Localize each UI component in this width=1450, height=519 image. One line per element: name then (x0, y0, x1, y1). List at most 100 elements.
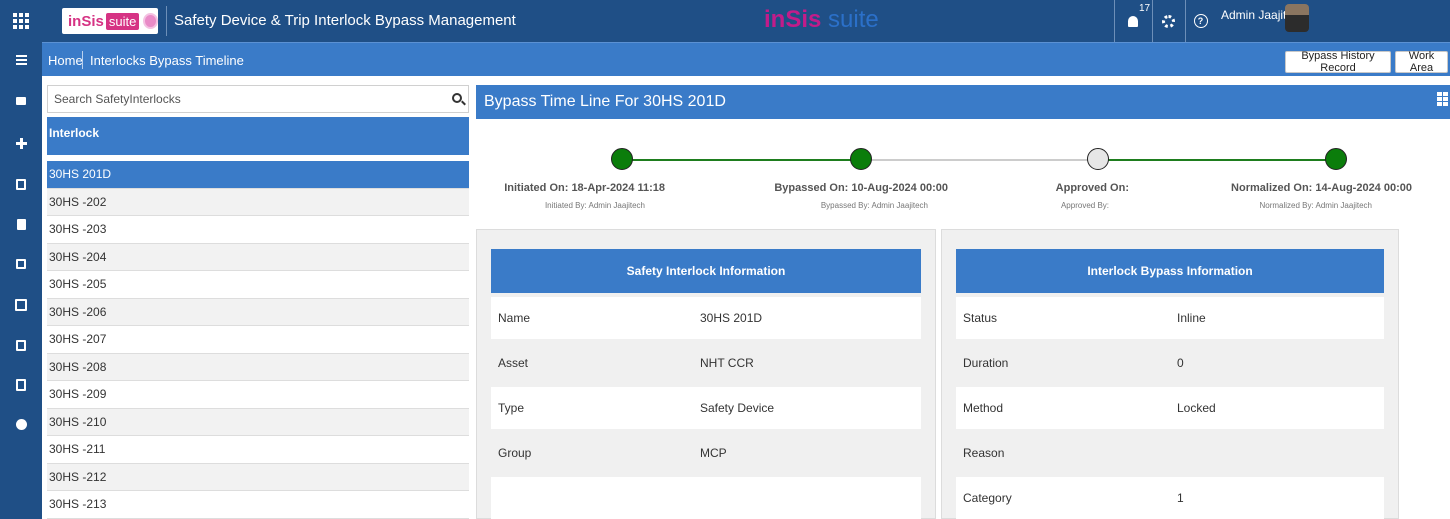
timeline-label: Normalized On: 14-Aug-2024 00:00 (1231, 182, 1412, 194)
info-key: Method (963, 401, 1004, 415)
center-logo: inSis suite (764, 6, 879, 34)
timeline-line-1 (631, 159, 861, 161)
info-row: Asset NHT CCR (491, 342, 921, 384)
list-item[interactable]: 30HS -209 (47, 381, 469, 409)
info-key: Status (963, 311, 998, 325)
timeline-label: Approved On: (1055, 182, 1129, 194)
document-icon[interactable] (0, 209, 42, 239)
info-key: Name (498, 311, 531, 325)
top-bar: inSis suite Safety Device & Trip Interlo… (42, 0, 1450, 42)
logo-ins-text: inSis (68, 12, 104, 30)
list-item[interactable]: 30HS -208 (47, 353, 469, 381)
settings-button[interactable] (1152, 0, 1184, 42)
avatar[interactable] (1285, 4, 1309, 32)
list-item[interactable]: 30HS -206 (47, 298, 469, 326)
breadcrumb-separator (82, 51, 83, 69)
chat-icon[interactable] (0, 86, 42, 116)
list-item[interactable]: 30HS -211 (47, 436, 469, 464)
timeline-label: Bypassed On: 10-Aug-2024 00:00 (774, 182, 948, 194)
timeline-sublabel: Normalized By: Admin Jaajitech (1259, 201, 1373, 210)
info-key: Duration (963, 356, 1009, 370)
apps-icon[interactable] (0, 6, 42, 36)
timeline-sublabel: Initiated By: Admin Jaajitech (544, 201, 645, 210)
info-row: Status Inline (956, 297, 1384, 339)
header-divider (166, 6, 167, 36)
center-logo-ins: inSis (764, 6, 822, 33)
info-value: Inline (1177, 311, 1206, 325)
search-box (47, 85, 469, 113)
info-value: 1 (1177, 491, 1184, 505)
timeline-node (1325, 148, 1347, 170)
info-row: Reason (956, 432, 1384, 474)
info-key: Reason (963, 446, 1005, 460)
gear-icon (1162, 14, 1175, 28)
breadcrumb-home[interactable]: Home (48, 53, 83, 68)
logo-flower-icon (143, 13, 158, 29)
menu-icon[interactable] (0, 45, 42, 75)
list-item[interactable]: 30HS -212 (47, 463, 469, 491)
info-value: 30HS 201D (700, 311, 763, 325)
interlock-info-card: Safety Interlock Information Name 30HS 20… (476, 229, 936, 519)
timeline-node (850, 148, 872, 170)
info-value: Safety Device (700, 401, 775, 415)
timeline-node (1087, 148, 1109, 170)
page-title-bar: Bypass Time Line For 30HS 201D (476, 85, 1450, 119)
info-key: Asset (498, 356, 529, 370)
list-item[interactable]: 30HS -202 (47, 188, 469, 216)
info-value: 0 (1177, 356, 1184, 370)
timeline-label: Initiated On: 18-Apr-2024 11:18 (504, 182, 665, 194)
globe-icon[interactable] (0, 409, 42, 439)
search-input[interactable] (48, 86, 438, 112)
list-item[interactable]: 30HS -204 (47, 243, 469, 271)
bypass-info-title: Interlock Bypass Information (956, 249, 1384, 293)
list-item[interactable]: 30HS 201D (47, 161, 469, 189)
breadcrumb: Home Interlocks Bypass Timeline Bypass H… (42, 42, 1450, 76)
info-value: MCP (700, 446, 727, 460)
info-row: Duration 0 (956, 342, 1384, 384)
plus-icon[interactable] (0, 128, 42, 158)
interlock-list: 30HS 201D 30HS -202 30HS -203 30HS -204 30HS… (47, 161, 469, 519)
timeline-line-2 (871, 159, 1097, 161)
info-row: Type Safety Device (491, 387, 921, 429)
logo-suite-text: suite (105, 12, 140, 30)
info-value: NHT CCR (700, 356, 754, 370)
dashboard-icon[interactable] (0, 169, 42, 199)
work-area-button[interactable]: Work Area (1395, 50, 1448, 74)
info-key: Type (498, 401, 525, 415)
clipboard-icon[interactable] (0, 370, 42, 400)
hourglass-icon[interactable] (0, 330, 42, 360)
notification-count: 17 (1139, 3, 1151, 14)
list-item[interactable]: 30HS -210 (47, 408, 469, 436)
list-header: Interlock (47, 117, 469, 155)
info-key: Group (498, 446, 532, 460)
search-icon[interactable] (452, 93, 462, 103)
info-row: Category 1 (956, 477, 1384, 519)
info-row: Group MCP (491, 432, 921, 474)
info-key: Category (963, 491, 1012, 505)
grid-view-icon[interactable] (1437, 92, 1448, 106)
bell-icon (1127, 15, 1138, 27)
help-icon: ? (1193, 14, 1208, 28)
list-item[interactable]: 30HS -205 (47, 271, 469, 299)
app-title: Safety Device & Trip Interlock Bypass Ma… (174, 12, 516, 29)
page-title: Bypass Time Line For 30HS 201D (484, 93, 726, 110)
info-row: Name 30HS 201D (491, 297, 921, 339)
info-row (491, 477, 921, 519)
list-item[interactable]: 30HS -213 (47, 491, 469, 519)
icon-rail (0, 0, 42, 519)
interlock-info-title: Safety Interlock Information (491, 249, 921, 293)
info-row: Method Locked (956, 387, 1384, 429)
calculator-icon[interactable] (0, 290, 42, 320)
timeline-node (611, 148, 633, 170)
list-item[interactable]: 30HS -203 (47, 216, 469, 244)
list-item[interactable]: 30HS -207 (47, 326, 469, 354)
report-icon[interactable] (0, 249, 42, 279)
bypass-info-card: Interlock Bypass Information Status Inlin… (941, 229, 1399, 519)
center-logo-suite: suite (821, 6, 879, 33)
info-value: Locked (1177, 401, 1216, 415)
breadcrumb-current: Interlocks Bypass Timeline (90, 53, 244, 68)
timeline-sublabel: Approved By: (1060, 201, 1109, 210)
brand-logo[interactable]: inSis suite (62, 8, 158, 34)
bypass-history-button[interactable]: Bypass History Record (1285, 50, 1391, 74)
help-button[interactable]: ? (1185, 0, 1215, 42)
